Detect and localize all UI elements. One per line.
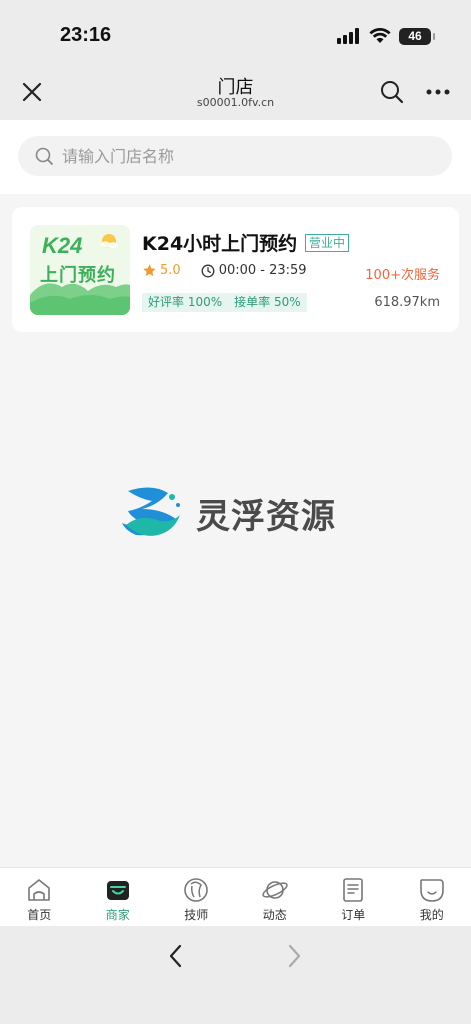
tab-home-label: 首页 — [27, 908, 52, 922]
tab-bar: 首页 商家 技师 动态 订单 我的 — [0, 867, 471, 926]
stats-chip: 好评率 100% 接单率 50% — [142, 293, 307, 312]
store-logo: K24 上门预约 — [30, 225, 130, 315]
signal-icon — [337, 28, 359, 44]
tab-orders-label: 订单 — [341, 908, 366, 922]
order-icon — [343, 878, 364, 902]
status-bar: 23:16 46 — [0, 0, 471, 62]
rating-value: 5.0 — [160, 263, 181, 278]
store-card[interactable]: K24 上门预约 K24小时上门预约 营业中 5.0 00:00 - 23:59… — [12, 207, 459, 332]
store-icon — [106, 881, 129, 900]
watermark-text: 灵浮资源 — [196, 496, 336, 537]
tab-home[interactable]: 首页 — [0, 868, 79, 926]
battery-icon: 46 — [399, 27, 435, 45]
tab-moments-label: 动态 — [262, 908, 287, 922]
tab-technician-label: 技师 — [184, 908, 209, 922]
forward-arrow-icon[interactable] — [282, 942, 306, 970]
business-hours: 00:00 - 23:59 — [218, 263, 307, 278]
rating-row: 5.0 00:00 - 23:59 — [142, 263, 307, 278]
tab-store[interactable]: 商家 — [79, 868, 158, 926]
watermark-logo — [122, 487, 180, 536]
distance: 618.97km — [374, 295, 440, 310]
watermark: 灵浮资源 — [118, 485, 358, 541]
logo-text: 上门预约 — [40, 265, 116, 286]
good-rate: 好评率 100% — [148, 295, 223, 309]
browser-toolbar — [0, 926, 471, 1024]
home-icon — [28, 879, 51, 901]
technician-icon — [184, 878, 209, 902]
star-icon — [143, 264, 156, 277]
service-count: 100+次服务 — [365, 268, 440, 283]
tab-technician[interactable]: 技师 — [157, 868, 236, 926]
search-section — [0, 120, 471, 194]
battery-level: 46 — [408, 29, 422, 43]
back-arrow-icon[interactable] — [164, 942, 188, 970]
search-box[interactable] — [18, 136, 452, 176]
tab-store-label: 商家 — [105, 908, 130, 922]
search-input[interactable] — [62, 146, 422, 166]
tab-orders[interactable]: 订单 — [314, 868, 393, 926]
store-name: K24小时上门预约 — [142, 233, 298, 255]
planet-icon — [262, 881, 288, 899]
tab-moments[interactable]: 动态 — [236, 868, 315, 926]
clock-icon — [201, 264, 215, 277]
more-icon[interactable] — [424, 79, 452, 105]
tab-profile-label: 我的 — [419, 908, 444, 922]
logo-brand: K24 — [42, 233, 83, 258]
status-badge: 营业中 — [305, 234, 350, 252]
tab-profile[interactable]: 我的 — [393, 868, 471, 926]
profile-icon — [419, 879, 444, 902]
status-time: 23:16 — [60, 24, 112, 46]
search-icon[interactable] — [379, 79, 405, 105]
nav-bar: 门店 s00001.0fv.cn — [0, 62, 471, 120]
wifi-icon — [369, 28, 391, 43]
accept-rate: 接单率 50% — [234, 295, 301, 309]
search-icon — [35, 147, 53, 165]
status-icons: 46 — [337, 26, 435, 46]
